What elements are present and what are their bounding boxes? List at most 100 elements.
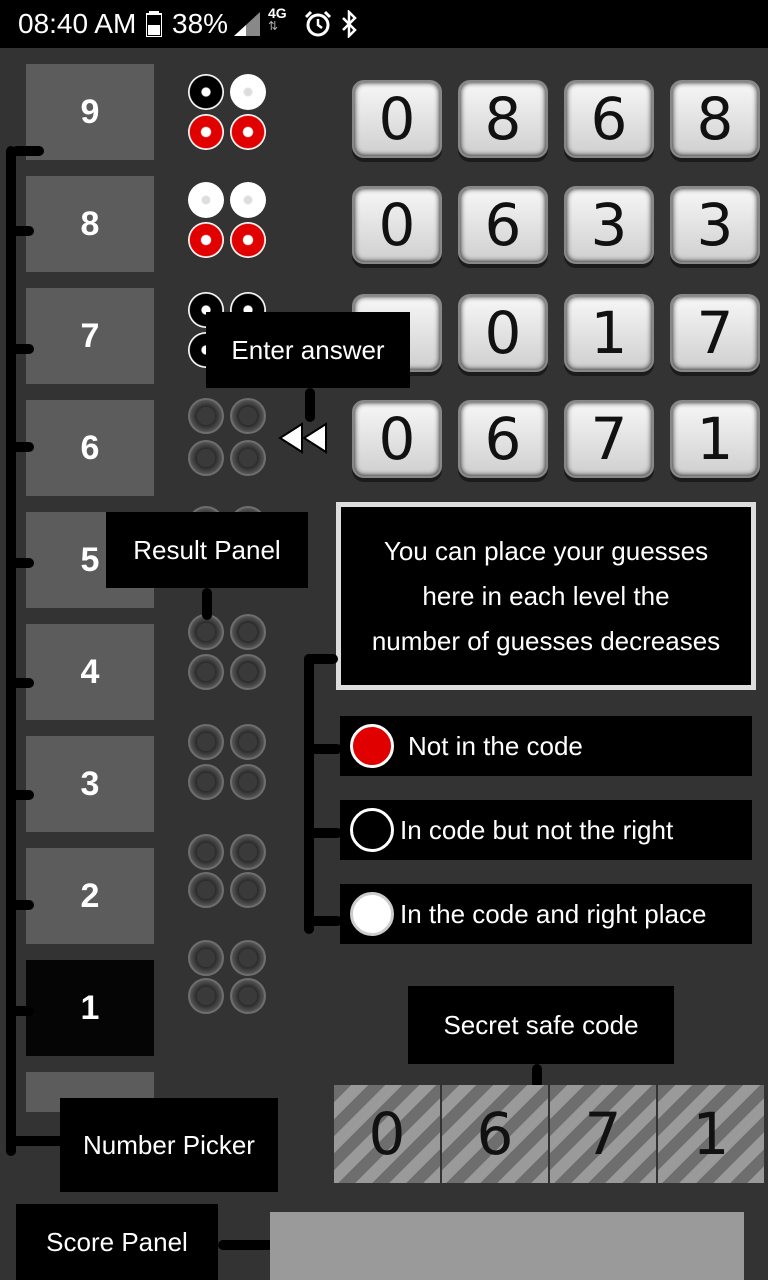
score-panel: [270, 1212, 744, 1280]
legend-bracket-tick: [304, 916, 342, 926]
legend-not-in-code-label: Not in the code: [408, 730, 583, 761]
guess-7-digit-4[interactable]: 7: [670, 294, 760, 372]
result-panel-callout: Result Panel: [106, 512, 308, 588]
peg-empty: [188, 724, 224, 760]
number-picker-7[interactable]: 7: [26, 288, 154, 384]
legend-bracket: [304, 654, 314, 934]
callout-connector: [305, 388, 315, 422]
bracket-tick: [12, 1006, 34, 1016]
peg-empty: [188, 940, 224, 976]
peg-empty: [230, 654, 266, 690]
secret-code-callout: Secret safe code: [408, 986, 674, 1064]
guess-6-digit-3[interactable]: 7: [564, 400, 654, 478]
guess-8-digit-3[interactable]: 3: [564, 186, 654, 264]
legend-not-in-code: Not in the code: [340, 716, 752, 776]
bracket-tick: [12, 900, 34, 910]
white-peg-icon: [350, 892, 394, 936]
enter-answer-arrow-icon[interactable]: [276, 420, 330, 461]
peg-red: [188, 222, 224, 258]
status-bar: 08:40 AM 38% 4G ⇅: [0, 0, 768, 48]
secret-digit-4: 1: [658, 1085, 764, 1183]
peg-empty: [230, 764, 266, 800]
secret-digit-3: 7: [550, 1085, 656, 1183]
peg-empty: [230, 724, 266, 760]
legend-in-code-right-place-label: In the code and right place: [400, 898, 707, 929]
number-picker-6[interactable]: 6: [26, 400, 154, 496]
bracket-tick: [12, 678, 34, 688]
legend-bracket-tick: [304, 744, 342, 754]
score-panel-label: Score Panel: [46, 1226, 188, 1257]
peg-red: [188, 114, 224, 150]
bracket-tick: [12, 344, 34, 354]
peg-white: [230, 74, 266, 110]
secret-digit-2: 6: [442, 1085, 548, 1183]
guess-9-digit-2[interactable]: 8: [458, 80, 548, 158]
picker-bracket: [6, 146, 16, 1156]
legend-bracket-tick: [304, 654, 338, 664]
peg-red: [230, 222, 266, 258]
bracket-tick: [12, 146, 44, 156]
enter-answer-callout: Enter answer: [206, 312, 410, 388]
guess-7-digit-3[interactable]: 1: [564, 294, 654, 372]
peg-empty: [230, 940, 266, 976]
legend-bracket-tick: [304, 828, 342, 838]
guess-7-digit-2[interactable]: 0: [458, 294, 548, 372]
guess-9-digit-4[interactable]: 8: [670, 80, 760, 158]
peg-white: [188, 182, 224, 218]
alarm-icon: [304, 10, 332, 38]
number-picker-3[interactable]: 3: [26, 736, 154, 832]
peg-empty: [188, 398, 224, 434]
bracket-tick: [12, 442, 34, 452]
game-board: 9 8 7 6 5 4 3 2 1 0 8 6 8 0 6 3 3 0 1 7 …: [0, 48, 768, 1280]
signal-icon: [234, 10, 260, 38]
bracket-tick: [12, 558, 34, 568]
guess-9-digit-3[interactable]: 6: [564, 80, 654, 158]
legend-in-code-wrong-place-label: In code but not the right: [400, 814, 674, 845]
number-picker-2[interactable]: 2: [26, 848, 154, 944]
battery-level: 38%: [172, 8, 229, 39]
number-picker-9[interactable]: 9: [26, 64, 154, 160]
guess-info-box: You can place your guesses here in each …: [336, 502, 756, 690]
peg-white: [230, 182, 266, 218]
guess-8-digit-4[interactable]: 3: [670, 186, 760, 264]
bracket-tick: [12, 790, 34, 800]
secret-digit-1: 0: [334, 1085, 440, 1183]
guess-8-digit-2[interactable]: 6: [458, 186, 548, 264]
number-picker-4[interactable]: 4: [26, 624, 154, 720]
peg-empty: [188, 440, 224, 476]
secret-code-label: Secret safe code: [443, 1009, 639, 1040]
guess-6-digit-4[interactable]: 1: [670, 400, 760, 478]
red-peg-icon: [350, 724, 394, 768]
black-peg-icon: [350, 808, 394, 852]
guess-6-digit-2[interactable]: 6: [458, 400, 548, 478]
number-picker-callout: Number Picker: [60, 1098, 278, 1192]
status-time: 08:40 AM: [18, 8, 137, 39]
score-panel-callout: Score Panel: [16, 1204, 218, 1280]
legend-in-code-right-place: In the code and right place: [340, 884, 752, 944]
peg-empty: [230, 398, 266, 434]
network-4g-icon: 4G ⇅: [268, 5, 287, 33]
number-picker-1[interactable]: 1: [26, 960, 154, 1056]
peg-empty: [188, 834, 224, 870]
network-type-label: 4G: [268, 5, 287, 21]
guess-6-digit-1[interactable]: 0: [352, 400, 442, 478]
guess-9-digit-1[interactable]: 0: [352, 80, 442, 158]
number-picker-label: Number Picker: [83, 1129, 255, 1160]
enter-answer-label: Enter answer: [231, 334, 385, 365]
callout-connector: [202, 588, 212, 620]
peg-empty: [230, 440, 266, 476]
peg-empty: [230, 834, 266, 870]
info-line-3: number of guesses decreases: [371, 625, 721, 656]
peg-empty: [188, 764, 224, 800]
result-panel-label: Result Panel: [133, 534, 281, 565]
peg-red: [230, 114, 266, 150]
guess-8-digit-1[interactable]: 0: [352, 186, 442, 264]
peg-empty: [188, 978, 224, 1014]
peg-empty: [230, 614, 266, 650]
info-line-2: here in each level the: [422, 580, 670, 611]
legend-in-code-wrong-place: In code but not the right: [340, 800, 752, 860]
info-line-1: You can place your guesses: [383, 535, 709, 566]
number-picker-8[interactable]: 8: [26, 176, 154, 272]
bluetooth-icon: [340, 10, 358, 38]
callout-connector: [218, 1240, 274, 1250]
